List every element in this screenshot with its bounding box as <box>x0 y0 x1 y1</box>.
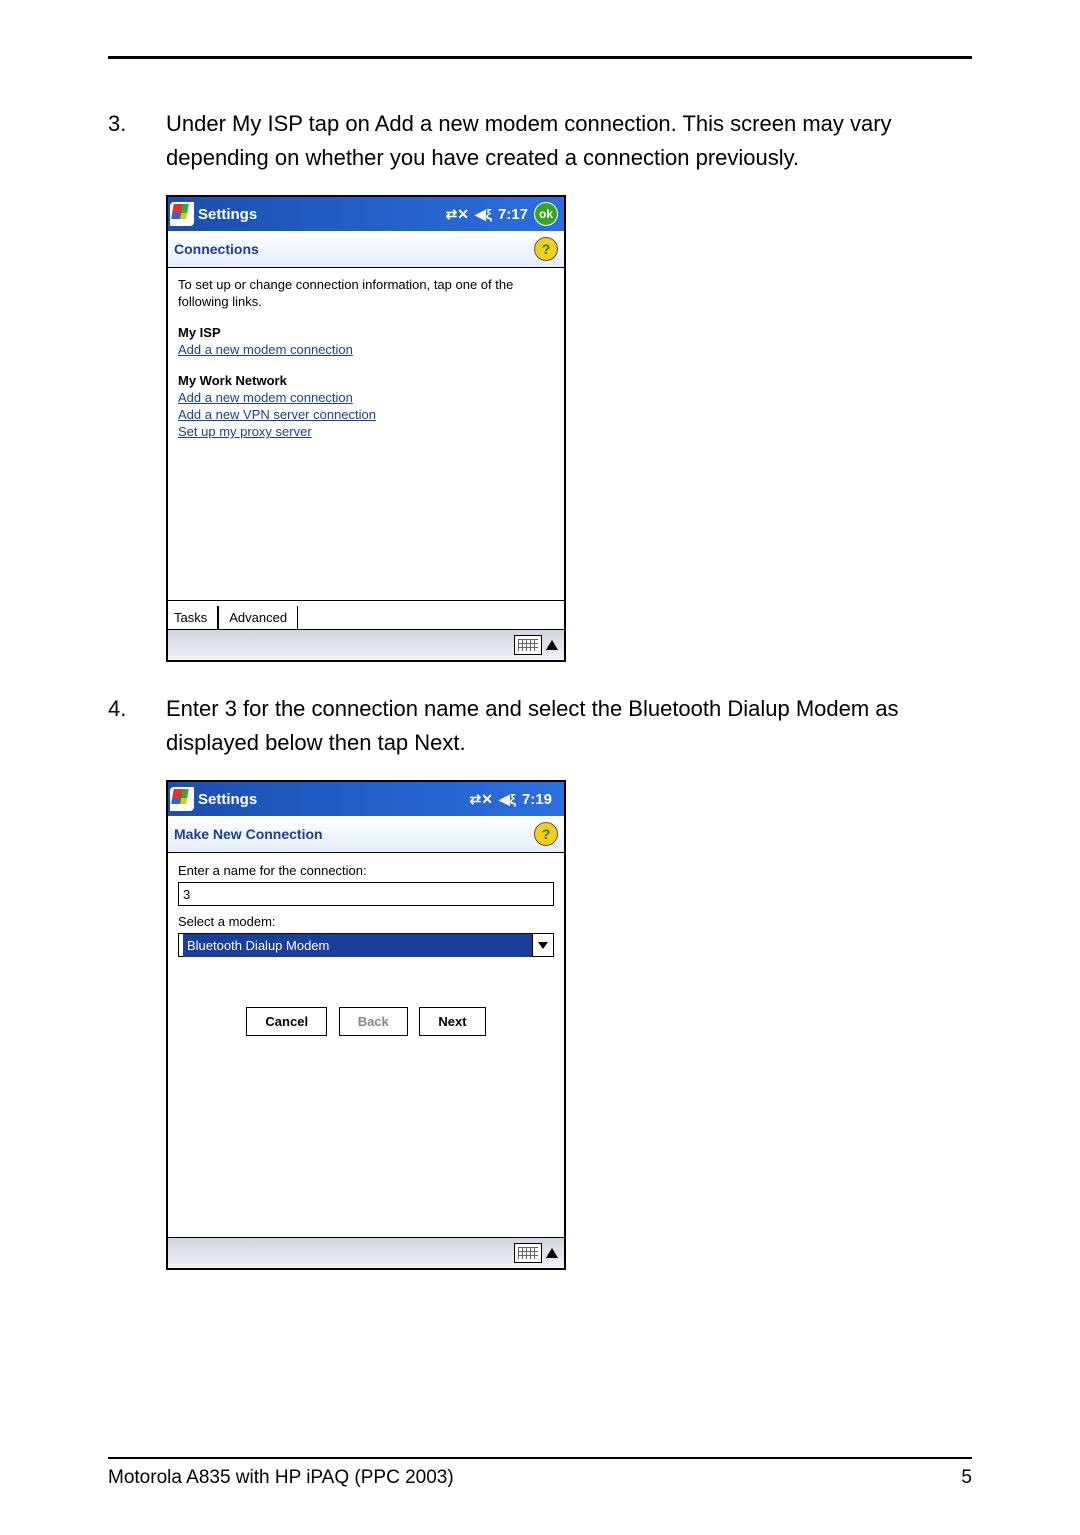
isp-add-modem-link[interactable]: Add a new modem connection <box>178 341 353 358</box>
titlebar: Settings ⇄✕ ◀ξ 7:17 ok <box>168 197 564 231</box>
my-isp-header: My ISP <box>178 324 554 341</box>
step-3-text: Under My ISP tap on Add a new modem conn… <box>166 107 972 175</box>
chevron-down-icon[interactable] <box>532 934 553 956</box>
step-3-number: 3. <box>108 107 166 175</box>
button-row: Cancel Back Next <box>178 1007 554 1036</box>
keyboard-icon[interactable] <box>514 635 542 655</box>
menu-up-icon[interactable] <box>546 640 558 650</box>
my-work-header: My Work Network <box>178 372 554 389</box>
modem-dropdown-value: Bluetooth Dialup Modem <box>183 934 532 957</box>
pane-body: To set up or change connection informati… <box>168 268 564 600</box>
tabs-row: Tasks Advanced <box>168 600 564 629</box>
clock-2: 7:19 <box>522 791 552 808</box>
titlebar-title-2: Settings <box>198 791 469 808</box>
work-proxy-link[interactable]: Set up my proxy server <box>178 423 312 440</box>
clock: 7:17 <box>498 206 528 223</box>
modem-dropdown[interactable]: Bluetooth Dialup Modem <box>178 933 554 957</box>
back-button: Back <box>339 1007 408 1036</box>
connectivity-icon[interactable]: ⇄✕ <box>469 791 492 808</box>
footer-title: Motorola A835 with HP iPAQ (PPC 2003) <box>108 1467 454 1489</box>
next-button[interactable]: Next <box>419 1007 485 1036</box>
connection-name-input[interactable] <box>178 882 554 906</box>
keyboard-icon[interactable] <box>514 1243 542 1263</box>
cancel-button[interactable]: Cancel <box>246 1007 327 1036</box>
windows-flag-icon[interactable] <box>170 787 194 811</box>
step-3: 3. Under My ISP tap on Add a new modem c… <box>108 107 972 175</box>
bottom-bar-2 <box>168 1237 564 1268</box>
pane-body-2: Enter a name for the connection: Select … <box>168 853 564 1237</box>
screenshot-connections: Settings ⇄✕ ◀ξ 7:17 ok Connections ? To … <box>166 195 566 662</box>
bottom-bar <box>168 629 564 660</box>
footer-rule <box>108 1457 972 1459</box>
titlebar-2: Settings ⇄✕ ◀ξ 7:19 <box>168 782 564 816</box>
screenshot-make-new-connection: Settings ⇄✕ ◀ξ 7:19 Make New Connection … <box>166 780 566 1270</box>
page-footer: Motorola A835 with HP iPAQ (PPC 2003) 5 <box>108 1457 972 1489</box>
connectivity-icon[interactable]: ⇄✕ <box>445 206 468 223</box>
help-icon[interactable]: ? <box>534 237 558 261</box>
windows-flag-icon[interactable] <box>170 202 194 226</box>
volume-icon[interactable]: ◀ξ <box>475 206 492 223</box>
tab-tasks[interactable]: Tasks <box>168 606 218 629</box>
tab-advanced[interactable]: Advanced <box>218 606 298 629</box>
work-add-modem-link[interactable]: Add a new modem connection <box>178 389 353 406</box>
intro-text: To set up or change connection informati… <box>178 276 554 310</box>
page-number: 5 <box>961 1467 972 1489</box>
modem-field-label: Select a modem: <box>178 912 554 931</box>
ok-button[interactable]: ok <box>534 202 558 226</box>
pane-title-2: Make New Connection <box>174 826 534 842</box>
help-icon[interactable]: ? <box>534 822 558 846</box>
menu-up-icon[interactable] <box>546 1248 558 1258</box>
volume-icon[interactable]: ◀ξ <box>499 791 516 808</box>
top-rule <box>108 56 972 59</box>
document-page: 3. Under My ISP tap on Add a new modem c… <box>0 0 1080 1535</box>
pane-header-2: Make New Connection ? <box>168 816 564 853</box>
pane-header: Connections ? <box>168 231 564 268</box>
pane-title: Connections <box>174 241 534 257</box>
step-4-text: Enter 3 for the connection name and sele… <box>166 692 972 760</box>
step-4: 4. Enter 3 for the connection name and s… <box>108 692 972 760</box>
work-add-vpn-link[interactable]: Add a new VPN server connection <box>178 406 376 423</box>
step-4-number: 4. <box>108 692 166 760</box>
titlebar-title: Settings <box>198 206 445 223</box>
name-field-label: Enter a name for the connection: <box>178 861 554 880</box>
